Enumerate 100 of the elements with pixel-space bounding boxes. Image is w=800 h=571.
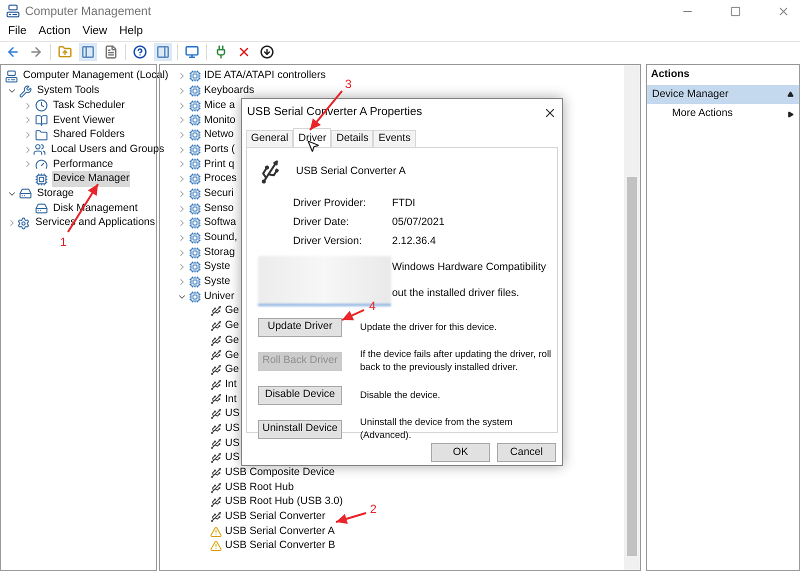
- download-icon: [260, 45, 274, 59]
- tree-item[interactable]: Storage: [36, 186, 75, 202]
- tree-item[interactable]: Shared Folders: [52, 127, 126, 143]
- device-item[interactable]: Ge: [225, 318, 240, 334]
- tree-node-icon: [19, 84, 32, 98]
- tree-item[interactable]: Performance: [52, 156, 114, 172]
- tree-item[interactable]: Device Manager: [52, 171, 130, 188]
- device-category[interactable]: Proces: [204, 171, 237, 188]
- tree-node-icon: [33, 143, 46, 156]
- driver-text: Windows Hardware Compatibility: [392, 260, 546, 275]
- menu-item[interactable]: Action: [38, 22, 70, 40]
- tree-item[interactable]: Computer Management (Local): [22, 68, 170, 84]
- close-icon[interactable]: [543, 106, 557, 120]
- tree-node-icon: [35, 99, 48, 112]
- device-category[interactable]: Keyboards: [204, 83, 254, 99]
- device-category[interactable]: Univer: [204, 288, 234, 305]
- tree-item[interactable]: Event Viewer: [52, 112, 116, 128]
- tab[interactable]: Events: [373, 130, 416, 147]
- device-item[interactable]: US: [225, 406, 240, 422]
- tree-node-icon: [35, 114, 48, 127]
- device-category[interactable]: Mice a: [204, 98, 235, 114]
- device-category[interactable]: Print q: [204, 156, 234, 172]
- device-category[interactable]: Ports (: [204, 142, 235, 158]
- maximize-icon[interactable]: [730, 6, 741, 16]
- tree-item[interactable]: Local Users and Groups: [50, 142, 166, 158]
- document-icon: [104, 45, 118, 59]
- tab[interactable]: Details: [331, 130, 374, 147]
- driver-button[interactable]: Uninstall Device: [258, 420, 342, 438]
- driver-button[interactable]: Disable Device: [258, 386, 342, 404]
- driver-text: out the installed driver files.: [392, 286, 520, 302]
- field-label: Driver Version:: [293, 234, 363, 250]
- device-category[interactable]: Softwa: [204, 215, 236, 232]
- device-item[interactable]: Ge: [225, 303, 240, 320]
- menu-item[interactable]: Help: [119, 22, 143, 40]
- device-item[interactable]: US: [225, 420, 240, 437]
- device-category[interactable]: Syste: [204, 259, 230, 276]
- panel-icon: [81, 45, 95, 59]
- device-category-icon: [189, 276, 201, 288]
- field-label: Driver Provider:: [293, 196, 367, 212]
- tree-node-icon: [35, 172, 48, 186]
- panel-icon: [156, 45, 170, 59]
- tree-node-icon: [35, 158, 48, 171]
- dialog-button[interactable]: OK: [431, 443, 490, 462]
- device-item[interactable]: USB Root Hub: [225, 480, 294, 496]
- tree-item[interactable]: Task Scheduler: [52, 98, 126, 114]
- device-item[interactable]: Ge: [225, 362, 240, 378]
- device-category[interactable]: Securi: [204, 186, 234, 202]
- device-category-icon: [189, 261, 201, 274]
- device-item[interactable]: Ge: [225, 348, 240, 364]
- folder-up-icon: [58, 45, 72, 59]
- tree-item[interactable]: System Tools: [36, 83, 100, 99]
- tab[interactable]: General: [246, 130, 294, 147]
- device-item[interactable]: USB Composite Device: [225, 465, 335, 481]
- annotation-number: 1: [60, 234, 67, 251]
- device-category[interactable]: IDE ATA/ATAPI controllers: [204, 68, 326, 84]
- actions-section-header[interactable]: Device Manager: [647, 85, 799, 104]
- device-category-icon: [189, 246, 201, 259]
- field-label: Driver Date:: [293, 215, 350, 230]
- device-category[interactable]: Syste: [204, 274, 230, 290]
- tree-node-icon: [17, 216, 30, 230]
- device-category-icon: [189, 173, 201, 186]
- device-category[interactable]: Storag: [204, 244, 235, 260]
- tree-node-icon: [35, 202, 48, 216]
- device-item[interactable]: US: [225, 450, 240, 466]
- device-category[interactable]: Sound,: [204, 230, 238, 246]
- collapse-arrow-icon[interactable]: [787, 91, 794, 98]
- close-icon: [237, 45, 251, 59]
- menu-item[interactable]: View: [82, 22, 108, 40]
- device-item[interactable]: USB Serial Converter: [225, 509, 326, 525]
- driver-button[interactable]: Update Driver: [258, 318, 342, 336]
- device-category-icon: [189, 129, 201, 142]
- annotation-number: 3: [345, 76, 352, 93]
- device-item[interactable]: US: [225, 436, 240, 452]
- device-item[interactable]: Int: [225, 392, 237, 408]
- section-label: Device Manager: [652, 86, 728, 102]
- button-description: If the device fails after updating the driver, roll back to the previously installed driver.: [360, 348, 552, 374]
- annotation-number: 2: [370, 501, 377, 518]
- tree-node-icon: [5, 70, 18, 83]
- device-category[interactable]: Netwo: [204, 127, 234, 143]
- device-category-icon: [189, 290, 201, 303]
- device-category[interactable]: Senso: [204, 200, 234, 216]
- action-link[interactable]: More Actions: [672, 106, 733, 122]
- submenu-arrow-icon: [787, 110, 794, 118]
- device-item[interactable]: USB Serial Converter A: [225, 524, 335, 540]
- device-item[interactable]: Int: [225, 376, 237, 393]
- dialog-button[interactable]: Cancel: [497, 443, 556, 462]
- tree-node-icon: [35, 128, 48, 142]
- device-item[interactable]: USB Root Hub (USB 3.0): [225, 494, 343, 510]
- device-category-icon: [189, 158, 201, 170]
- device-category-icon: [189, 217, 201, 230]
- device-category[interactable]: Monito: [204, 112, 236, 128]
- menu-item[interactable]: File: [8, 22, 27, 40]
- field-value: FTDI: [392, 196, 416, 212]
- back-icon: [6, 45, 20, 59]
- device-name: USB Serial Converter A: [296, 164, 406, 180]
- device-item[interactable]: USB Serial Converter B: [225, 538, 336, 554]
- device-category-icon: [189, 100, 201, 112]
- toolbar-button[interactable]: [131, 43, 149, 61]
- toolbar-button[interactable]: [258, 43, 276, 61]
- device-item[interactable]: Ge: [225, 332, 240, 349]
